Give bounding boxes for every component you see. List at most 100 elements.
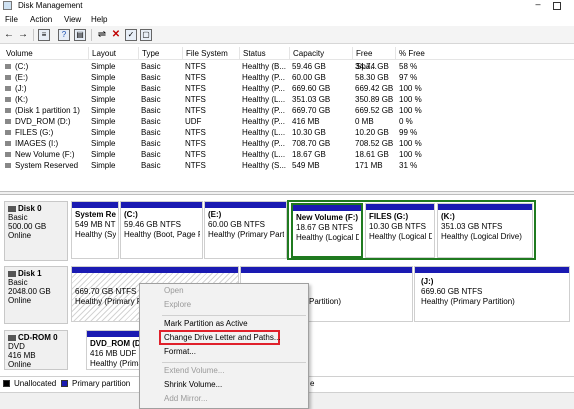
partition-title: (K:)	[441, 212, 455, 221]
minimize-button[interactable]: –	[528, 0, 548, 11]
cell-layout: Simple	[91, 84, 116, 93]
cell-percent-free: 100 %	[399, 106, 422, 115]
pane-splitter[interactable]	[0, 191, 574, 195]
menu-file[interactable]: File	[5, 13, 18, 26]
volume-icon	[5, 97, 11, 102]
disk-0-info[interactable]: Disk 0 Basic 500.00 GB Online	[4, 201, 68, 261]
partition-bar	[366, 204, 434, 210]
partition-title: (J:)	[421, 277, 434, 286]
cell-percent-free: 99 %	[399, 128, 418, 137]
cell-capacity: 10.30 GB	[292, 128, 326, 137]
toolbar: ← → ≡ ? ▤ ⇌ ✕ ✓ ▢	[0, 26, 574, 44]
cell-file-system: NTFS	[185, 73, 206, 82]
menu-view[interactable]: View	[64, 13, 81, 26]
cell-free-space: 58.30 GB	[355, 73, 389, 82]
refresh-icon[interactable]: ▢	[140, 29, 152, 41]
cell-type: Basic	[141, 139, 161, 148]
table-row[interactable]: (Disk 1 partition 1) Simple Basic NTFS H…	[0, 105, 574, 116]
col-header-status[interactable]: Status	[239, 47, 289, 60]
cell-capacity: 669.70 GB	[292, 106, 331, 115]
cell-type: Basic	[141, 150, 161, 159]
table-row[interactable]: (C:) Simple Basic NTFS Healthy (B... 59.…	[0, 61, 574, 72]
cell-volume: (E:)	[15, 73, 28, 82]
volume-list-icon[interactable]: ≡	[38, 29, 50, 41]
col-header-percent-free[interactable]: % Free	[395, 47, 439, 60]
cell-free-space: 10.20 GB	[355, 128, 389, 137]
properties-icon[interactable]: ✓	[125, 29, 137, 41]
col-header-layout[interactable]: Layout	[88, 47, 140, 60]
menu-help[interactable]: Help	[91, 13, 107, 26]
col-header-type[interactable]: Type	[138, 47, 184, 60]
partition-dvd-rom[interactable]: DVD_ROM (D:) 416 MB UDF Healthy (Primary…	[86, 330, 144, 370]
volume-icon	[5, 64, 11, 69]
partition-title: (C:)	[124, 210, 138, 219]
cell-file-system: NTFS	[185, 161, 206, 170]
table-row[interactable]: (E:) Simple Basic NTFS Healthy (P... 60.…	[0, 72, 574, 83]
menu-item-explore[interactable]: Explore	[164, 299, 191, 311]
disk-size: 416 MB	[8, 351, 36, 360]
table-row[interactable]: (K:) Simple Basic NTFS Healthy (L... 351…	[0, 94, 574, 105]
cell-capacity: 18.67 GB	[292, 150, 326, 159]
table-row[interactable]: New Volume (F:) Simple Basic NTFS Health…	[0, 149, 574, 160]
table-row[interactable]: (J:) Simple Basic NTFS Healthy (P... 669…	[0, 83, 574, 94]
cell-volume: New Volume (F:)	[15, 150, 75, 159]
partition-size: 549 MB NT	[75, 220, 116, 229]
connect-icon[interactable]: ⇌	[96, 29, 108, 41]
menu-item-shrink-volume[interactable]: Shrink Volume...	[164, 379, 222, 391]
partition-title: DVD_ROM (D:)	[90, 339, 141, 348]
cell-capacity: 549 MB	[292, 161, 320, 170]
cell-type: Basic	[141, 161, 161, 170]
menu-item-open[interactable]: Open	[164, 285, 184, 297]
partition-bar	[438, 204, 532, 210]
partition-j[interactable]: (J:) 669.60 GB NTFS Healthy (Primary Par…	[414, 266, 570, 322]
cdrom-icon	[8, 334, 16, 341]
partition-e[interactable]: (E:) 60.00 GB NTFS Healthy (Primary Part	[204, 201, 287, 259]
volume-icon	[5, 130, 11, 135]
col-header-file-system[interactable]: File System	[182, 47, 240, 60]
partition-status: Healthy (Primary Part	[208, 230, 284, 239]
partition-c[interactable]: (C:) 59.46 GB NTFS Healthy (Boot, Page F	[120, 201, 203, 259]
cell-capacity: 708.70 GB	[292, 139, 331, 148]
partition-status: Healthy (Logical Drive)	[441, 232, 522, 241]
col-header-free-space[interactable]: Free Spa...	[352, 47, 395, 71]
partition-size: 60.00 GB NTFS	[208, 220, 265, 229]
disk-list-icon[interactable]: ▤	[74, 29, 86, 41]
cell-file-system: NTFS	[185, 106, 206, 115]
menu-action[interactable]: Action	[30, 13, 52, 26]
table-row[interactable]: IMAGES (I:) Simple Basic NTFS Healthy (P…	[0, 138, 574, 149]
cell-volume: IMAGES (I:)	[15, 139, 59, 148]
menu-separator	[162, 362, 306, 363]
menu-item-add-mirror[interactable]: Add Mirror...	[164, 393, 208, 405]
disk-status: Online	[8, 296, 32, 305]
back-arrow-icon[interactable]: ←	[3, 29, 15, 41]
menu-item-extend-volume[interactable]: Extend Volume...	[164, 365, 224, 377]
table-row[interactable]: DVD_ROM (D:) Simple Basic UDF Healthy (P…	[0, 116, 574, 127]
cell-type: Basic	[141, 117, 161, 126]
forward-arrow-icon[interactable]: →	[17, 29, 29, 41]
maximize-button[interactable]	[553, 2, 561, 10]
menu-item-change-drive-letter[interactable]: Change Drive Letter and Paths...	[164, 332, 281, 344]
col-header-volume[interactable]: Volume	[3, 47, 88, 60]
delete-icon[interactable]: ✕	[110, 29, 122, 41]
menu-item-format[interactable]: Format...	[164, 346, 196, 358]
cell-status: Healthy (B...	[242, 62, 287, 71]
menu-item-mark-active[interactable]: Mark Partition as Active	[164, 318, 248, 330]
cell-file-system: NTFS	[185, 150, 206, 159]
partition-status: Healthy (Primary Partition)	[421, 297, 515, 306]
disk-1-info[interactable]: Disk 1 Basic 2048.00 GB Online	[4, 266, 68, 324]
partition-f[interactable]: New Volume (F:) 18.67 GB NTFS Healthy (L…	[291, 203, 363, 258]
help-icon[interactable]: ?	[58, 29, 70, 41]
table-row[interactable]: FILES (G:) Simple Basic NTFS Healthy (L.…	[0, 127, 574, 138]
cdrom-0-info[interactable]: CD-ROM 0 DVD 416 MB Online	[4, 330, 68, 370]
disk-icon	[8, 270, 16, 277]
partition-size: 59.46 GB NTFS	[124, 220, 181, 229]
cell-layout: Simple	[91, 117, 116, 126]
partition-k[interactable]: (K:) 351.03 GB NTFS Healthy (Logical Dri…	[437, 203, 533, 258]
partition-system-reserved[interactable]: System Re 549 MB NT Healthy (Sy	[71, 201, 119, 259]
cell-capacity: 416 MB	[292, 117, 320, 126]
partition-status: Healthy (Logical D	[369, 232, 432, 241]
col-header-capacity[interactable]: Capacity	[289, 47, 352, 60]
table-row[interactable]: System Reserved Simple Basic NTFS Health…	[0, 160, 574, 171]
disk-type: Basic	[8, 213, 28, 222]
partition-g[interactable]: FILES (G:) 10.30 GB NTFS Healthy (Logica…	[365, 203, 435, 258]
